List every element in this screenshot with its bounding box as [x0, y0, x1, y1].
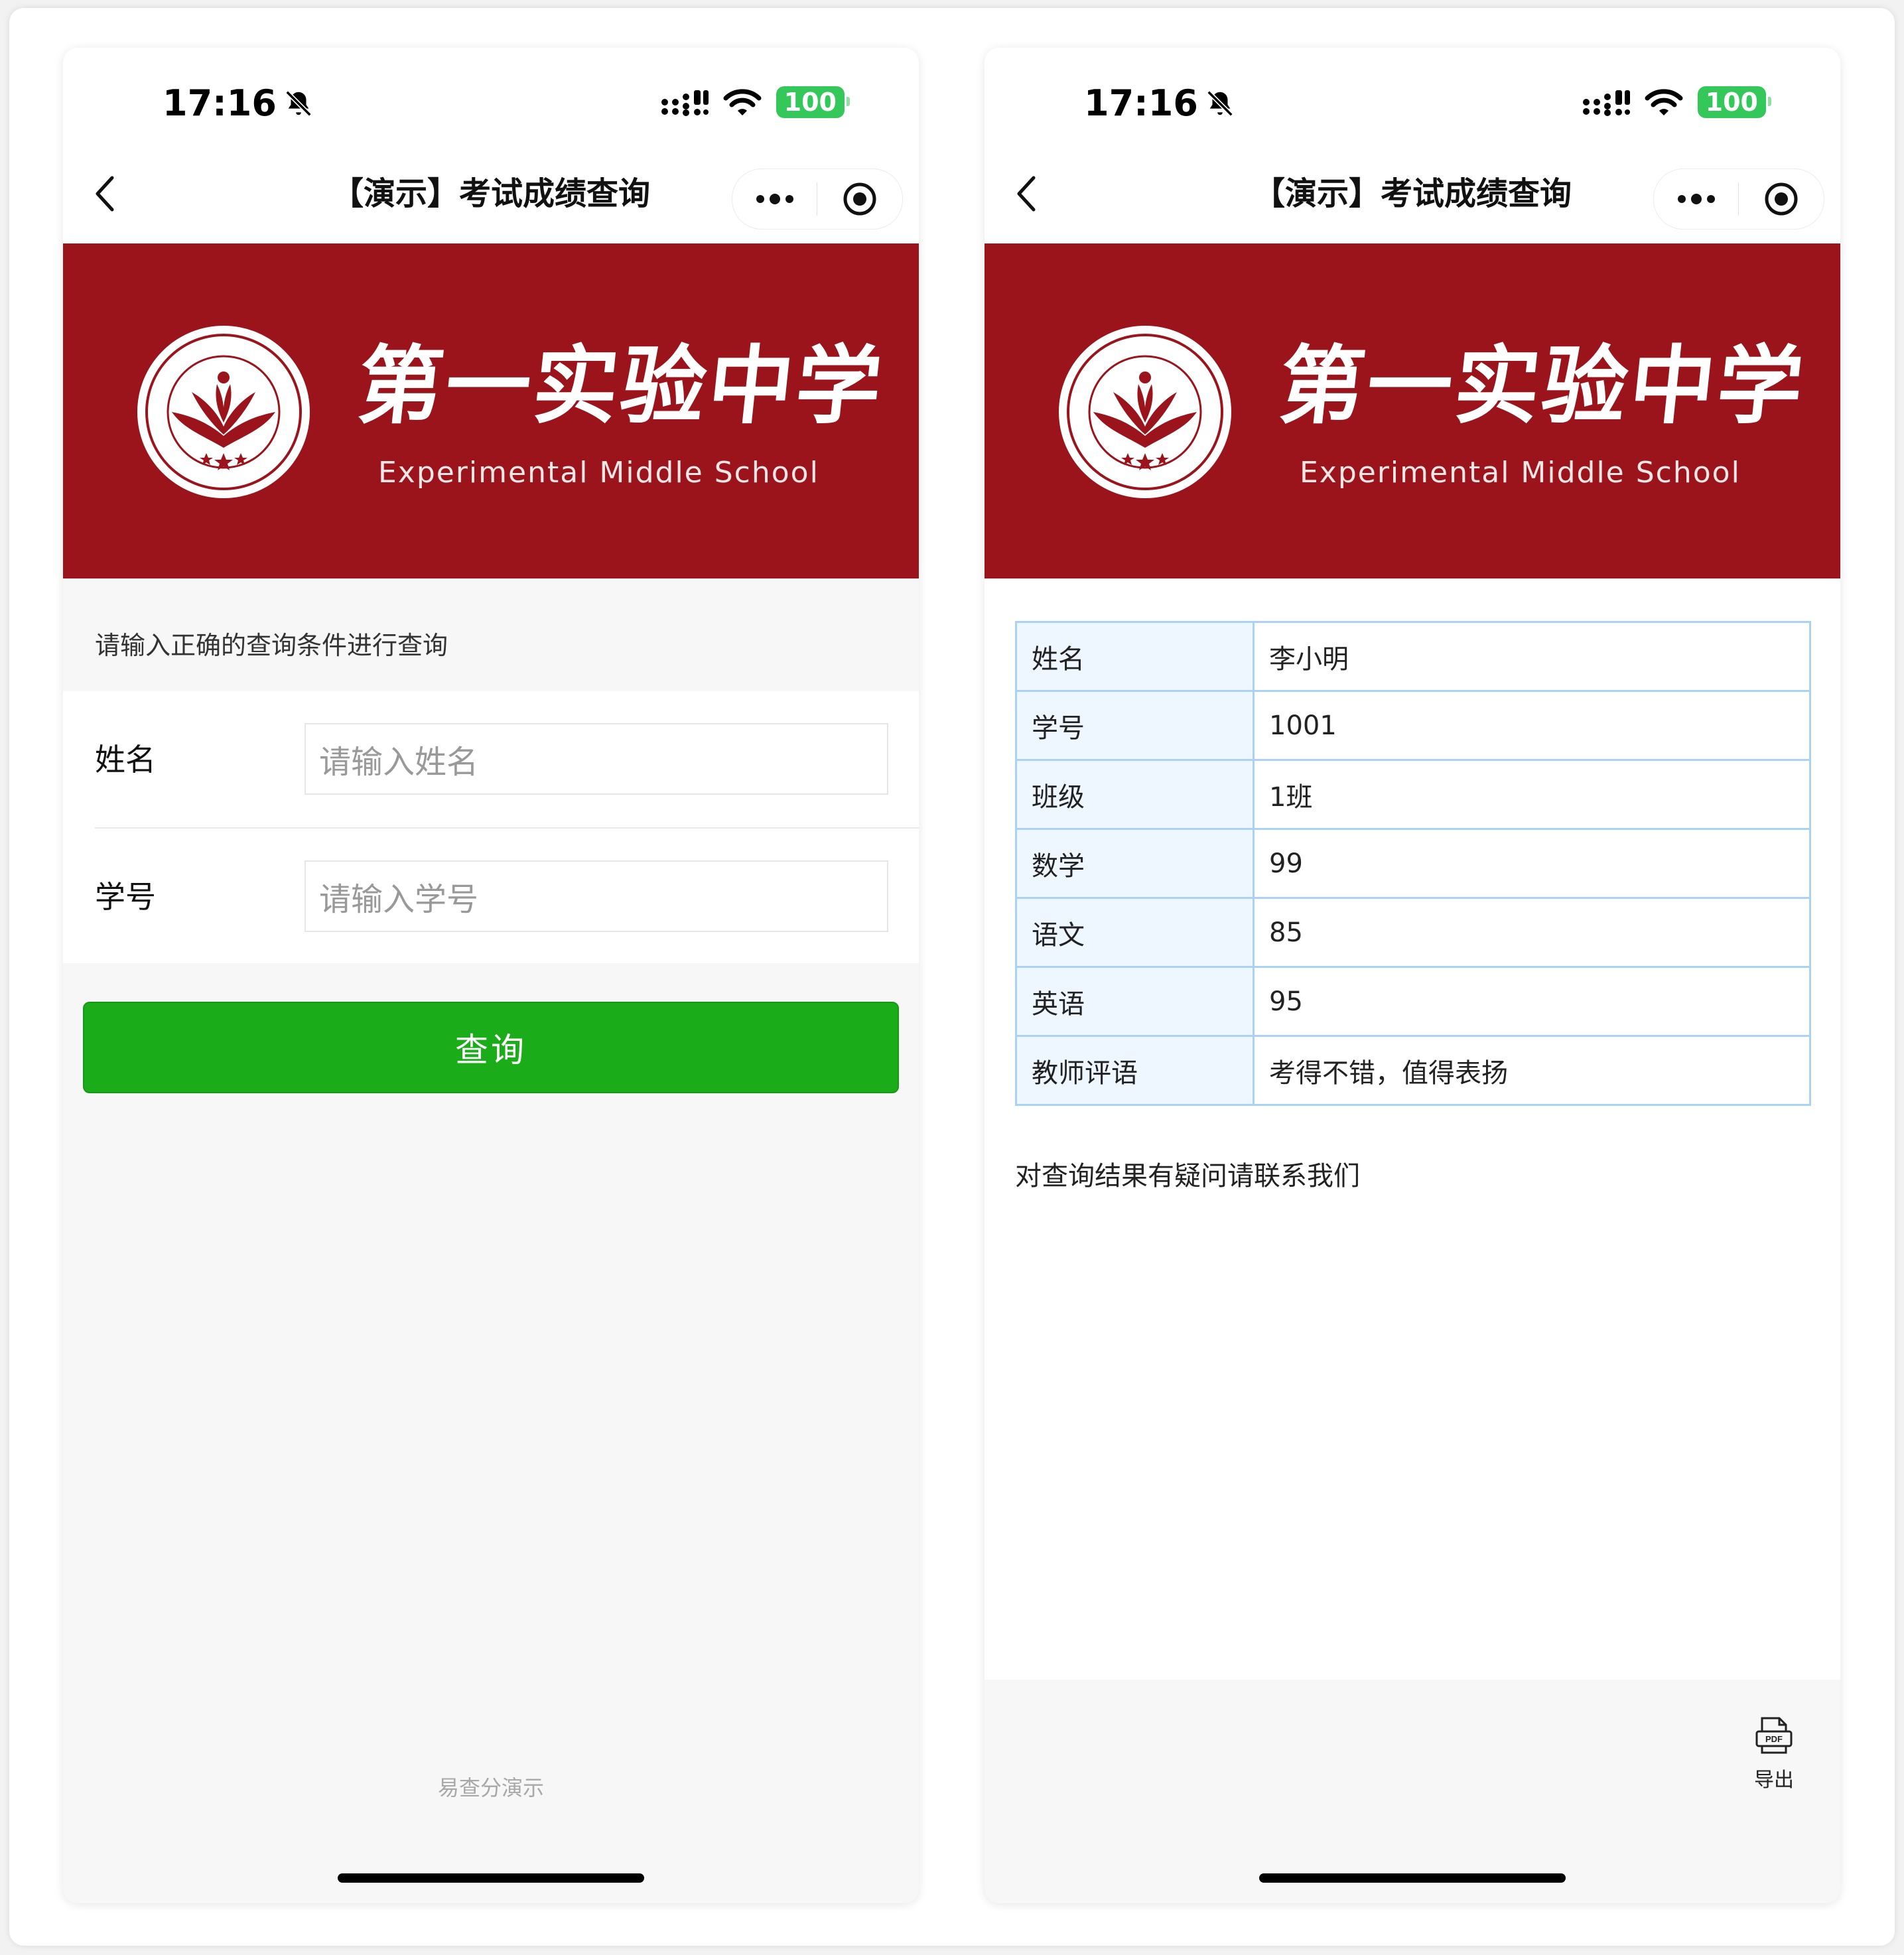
result-key-cell: 语文 — [1015, 897, 1255, 968]
phone-result-screen: 17:16 100 【演示】考试成绩查询 第一实验中学 Experimental… — [985, 48, 1840, 1903]
name-input[interactable]: 请输入姓名 — [305, 723, 888, 795]
student-id-label: 学号 — [95, 879, 156, 915]
school-name-english: Experimental Middle School — [378, 456, 819, 490]
header: 17:16 100 【演示】考试成绩查询 — [63, 48, 919, 243]
result-key-cell: 学号 — [1015, 690, 1255, 761]
school-banner: 第一实验中学 Experimental Middle School — [63, 243, 919, 578]
hint-bar: 请输入正确的查询条件进行查询 — [63, 578, 919, 691]
pdf-export-icon: PDF — [1755, 1717, 1793, 1754]
pdf-icon-label: PDF — [1765, 1734, 1783, 1744]
school-logo-icon — [1059, 326, 1231, 498]
school-banner: 第一实验中学 Experimental Middle School — [985, 243, 1840, 578]
result-key-cell: 英语 — [1015, 966, 1255, 1037]
bottom-toolbar: PDF 导出 — [985, 1680, 1840, 1903]
result-value-cell: 1班 — [1253, 759, 1811, 830]
status-bar-time: 17:16 — [163, 82, 314, 124]
result-value-cell: 考得不错，值得表扬 — [1253, 1035, 1811, 1106]
home-indicator — [338, 1873, 644, 1883]
time-text: 17:16 — [163, 82, 277, 124]
table-row: 英语 95 — [1015, 966, 1811, 1037]
battery-indicator: 100 — [1697, 86, 1772, 118]
header: 17:16 100 【演示】考试成绩查询 — [985, 48, 1840, 243]
more-button[interactable] — [732, 169, 817, 229]
result-value-cell: 85 — [1253, 897, 1811, 968]
student-id-input[interactable]: 请输入学号 — [305, 860, 888, 932]
signal-icon — [1582, 90, 1630, 116]
contact-link[interactable]: 对查询结果有疑问请联系我们 — [1015, 1154, 1360, 1193]
battery-indicator: 100 — [776, 86, 850, 118]
result-value-cell: 99 — [1253, 828, 1811, 899]
table-row: 学号 1001 — [1015, 690, 1811, 761]
more-dots-icon — [1677, 194, 1715, 204]
status-bar-time: 17:16 — [1084, 82, 1235, 124]
target-close-icon — [843, 182, 876, 216]
mini-program-capsule — [1653, 169, 1824, 230]
bell-slash-icon — [285, 90, 312, 117]
result-key-cell: 班级 — [1015, 759, 1255, 830]
table-row: 姓名 李小明 — [1015, 621, 1811, 692]
status-icons: 100 — [661, 86, 850, 118]
result-value-cell: 李小明 — [1253, 621, 1811, 692]
table-row: 教师评语 考得不错，值得表扬 — [1015, 1035, 1811, 1106]
table-row: 班级 1班 — [1015, 759, 1811, 830]
bell-slash-icon — [1207, 90, 1233, 117]
wifi-icon — [723, 89, 762, 115]
wifi-icon — [1645, 89, 1683, 115]
signal-icon — [661, 90, 709, 116]
result-value-cell: 1001 — [1253, 690, 1811, 761]
hint-text: 请输入正确的查询条件进行查询 — [95, 631, 448, 660]
result-table: 姓名 李小明 学号 1001 班级 1班 数学 99 语文 85 英语 95 教师评语 考得不错，值得表扬 — [1015, 621, 1811, 1106]
student-id-row: 学号 请输入学号 — [63, 827, 919, 963]
name-row: 姓名 请输入姓名 — [63, 691, 919, 829]
footer-note: 易查分演示 — [437, 1775, 544, 1800]
home-indicator — [1259, 1873, 1566, 1883]
name-label: 姓名 — [95, 742, 156, 777]
mini-program-capsule — [732, 169, 903, 230]
result-content: 姓名 李小明 学号 1001 班级 1班 数学 99 语文 85 英语 95 教师评语 考得不错，值得表扬… — [985, 578, 1840, 1680]
result-key-cell: 姓名 — [1015, 621, 1255, 692]
target-close-icon — [1765, 182, 1797, 216]
query-form: 姓名 请输入姓名 学号 请输入学号 — [63, 691, 919, 963]
close-button[interactable] — [817, 169, 902, 229]
result-key-cell: 教师评语 — [1015, 1035, 1255, 1106]
more-dots-icon — [756, 194, 793, 204]
result-key-cell: 数学 — [1015, 828, 1255, 899]
result-value-cell: 95 — [1253, 966, 1811, 1037]
more-button[interactable] — [1654, 169, 1738, 229]
close-button[interactable] — [1739, 169, 1823, 229]
phone-query-screen: 17:16 100 【演示】考试成绩查询 第一实验中学 Experimental… — [63, 48, 919, 1903]
table-row: 数学 99 — [1015, 828, 1811, 899]
school-name-english: Experimental Middle School — [1300, 456, 1741, 490]
school-name-chinese: 第一实验中学 — [1274, 336, 1810, 436]
school-logo-icon — [137, 326, 310, 498]
school-name-chinese: 第一实验中学 — [353, 336, 889, 436]
status-icons: 100 — [1582, 86, 1772, 118]
time-text: 17:16 — [1084, 82, 1198, 124]
export-label: 导出 — [1754, 1769, 1794, 1792]
export-button[interactable]: PDF 导出 — [1747, 1714, 1801, 1792]
table-row: 语文 85 — [1015, 897, 1811, 968]
query-button[interactable]: 查询 — [83, 1002, 899, 1093]
